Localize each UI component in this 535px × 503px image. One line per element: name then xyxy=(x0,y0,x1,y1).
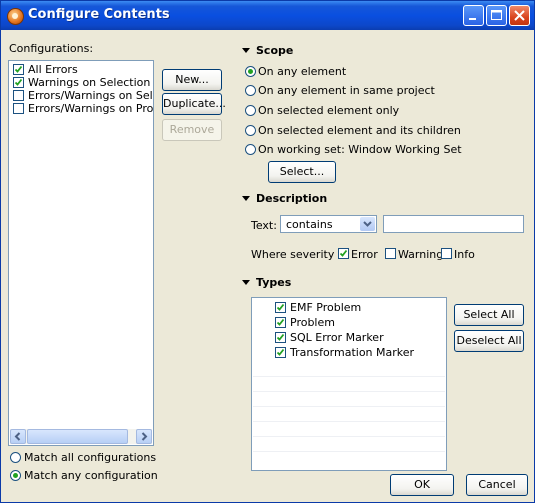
scroll-left-button[interactable] xyxy=(10,429,26,444)
configure-contents-dialog: Configure Contents Configurations: All E… xyxy=(0,0,535,503)
types-title: Types xyxy=(256,276,292,289)
expand-triangle-icon xyxy=(242,195,250,201)
chevron-down-icon xyxy=(363,221,372,227)
configurations-list[interactable]: All Errors Warnings on Selection Errors/… xyxy=(8,60,154,446)
scope-radio-0[interactable] xyxy=(245,66,256,77)
severity-warning-label: Warning xyxy=(398,248,444,261)
close-button[interactable] xyxy=(509,5,530,26)
scope-option-label: On any element xyxy=(258,65,347,78)
dialog-content: Configurations: All Errors Warnings on S… xyxy=(4,30,531,500)
title-bar[interactable]: Configure Contents xyxy=(1,1,534,30)
minimize-button[interactable] xyxy=(463,5,484,26)
close-icon xyxy=(514,10,525,21)
match-all-label: Match all configurations xyxy=(24,451,157,464)
severity-error-checkbox[interactable] xyxy=(338,248,349,259)
check-icon xyxy=(276,348,285,356)
select-all-button[interactable]: Select All xyxy=(454,304,524,326)
types-section-header[interactable]: Types xyxy=(242,276,291,289)
config-item-label: All Errors xyxy=(28,63,78,76)
maximize-button[interactable] xyxy=(486,5,507,26)
type-checkbox-1[interactable] xyxy=(275,317,286,328)
list-divider xyxy=(253,421,445,422)
window-title: Configure Contents xyxy=(28,7,170,22)
match-all-radio[interactable] xyxy=(10,452,21,463)
deselect-all-button[interactable]: Deselect All xyxy=(454,330,524,352)
check-icon xyxy=(14,65,23,73)
text-operator-value: contains xyxy=(286,218,333,231)
expand-triangle-icon xyxy=(242,47,250,53)
text-label: Text: xyxy=(251,219,277,232)
cancel-button[interactable]: Cancel xyxy=(466,474,528,496)
type-item-label: Transformation Marker xyxy=(290,346,415,359)
chevron-left-icon xyxy=(14,432,21,441)
app-icon xyxy=(7,8,24,25)
scope-radio-2[interactable] xyxy=(245,105,256,116)
scope-radio-4[interactable] xyxy=(245,144,256,155)
new-button[interactable]: New... xyxy=(162,69,222,91)
maximize-icon xyxy=(491,10,502,20)
type-checkbox-0[interactable] xyxy=(275,302,286,313)
check-icon xyxy=(339,249,348,257)
type-checkbox-3[interactable] xyxy=(275,347,286,358)
remove-button[interactable]: Remove xyxy=(162,119,222,141)
list-divider xyxy=(253,406,445,407)
type-item-label: SQL Error Marker xyxy=(290,331,384,344)
list-divider xyxy=(253,391,445,392)
config-item-label: Warnings on Selection xyxy=(28,76,151,89)
description-text-input[interactable] xyxy=(383,215,524,233)
scope-radio-3[interactable] xyxy=(245,125,256,136)
scope-title: Scope xyxy=(256,44,294,57)
scope-option-label: On selected element and its children xyxy=(258,124,461,137)
scope-section-header[interactable]: Scope xyxy=(242,44,293,57)
severity-info-checkbox[interactable] xyxy=(441,248,452,259)
config-checkbox-2[interactable] xyxy=(13,90,24,101)
minimize-icon xyxy=(469,18,476,20)
ok-button[interactable]: OK xyxy=(390,474,454,496)
config-checkbox-0[interactable] xyxy=(13,64,24,75)
scope-option-label: On working set: Window Working Set xyxy=(258,143,462,156)
scope-radio-1[interactable] xyxy=(245,85,256,96)
severity-warning-checkbox[interactable] xyxy=(385,248,396,259)
severity-error-label: Error xyxy=(351,248,378,261)
list-divider xyxy=(253,436,445,437)
check-icon xyxy=(276,318,285,326)
config-checkbox-1[interactable] xyxy=(13,77,24,88)
select-working-set-button[interactable]: Select... xyxy=(268,161,336,183)
config-item-label: Errors/Warnings on Selec xyxy=(28,89,154,102)
duplicate-button[interactable]: Duplicate... xyxy=(162,93,226,115)
check-icon xyxy=(276,333,285,341)
description-title: Description xyxy=(256,192,328,205)
scroll-thumb[interactable] xyxy=(27,429,128,444)
list-divider xyxy=(253,376,445,377)
type-item-label: EMF Problem xyxy=(290,301,362,314)
check-icon xyxy=(14,78,23,86)
severity-info-label: Info xyxy=(454,248,475,261)
chevron-right-icon xyxy=(141,432,148,441)
match-any-radio[interactable] xyxy=(10,470,21,481)
type-item-label: Problem xyxy=(290,316,335,329)
config-item-label: Errors/Warnings on Proje xyxy=(28,102,154,115)
scroll-right-button[interactable] xyxy=(136,429,152,444)
text-operator-combo[interactable]: contains xyxy=(280,215,377,233)
types-list[interactable]: EMF Problem Problem SQL Error Marker Tra… xyxy=(251,297,447,471)
horizontal-scrollbar[interactable] xyxy=(10,429,152,444)
expand-triangle-icon xyxy=(242,279,250,285)
scope-option-label: On selected element only xyxy=(258,104,400,117)
description-section-header[interactable]: Description xyxy=(242,192,327,205)
list-divider xyxy=(253,451,445,452)
dropdown-button[interactable] xyxy=(360,217,375,231)
configurations-label: Configurations: xyxy=(9,42,94,55)
scope-option-label: On any element in same project xyxy=(258,84,435,97)
severity-label: Where severity is: xyxy=(251,248,351,261)
config-checkbox-3[interactable] xyxy=(13,103,24,114)
match-any-label: Match any configuration xyxy=(24,469,158,482)
type-checkbox-2[interactable] xyxy=(275,332,286,343)
check-icon xyxy=(276,303,285,311)
